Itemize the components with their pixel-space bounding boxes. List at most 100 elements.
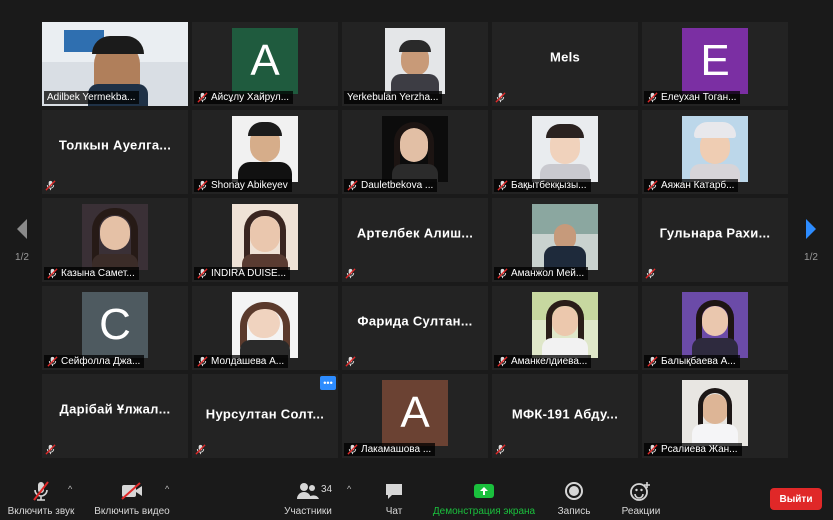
mic-muted-icon (195, 444, 206, 455)
participant-tile[interactable]: ••• Нурсултан Солт... (192, 374, 338, 458)
participant-tile[interactable]: A Лакамашова ... (342, 374, 488, 458)
participant-tile[interactable]: Гульнара Рахи... (642, 198, 788, 282)
participant-tile[interactable]: INDIRA DUISE... (192, 198, 338, 282)
participant-name-tag: Айсұлу Хайрул... (194, 91, 294, 104)
mic-muted-icon (197, 356, 208, 367)
participant-video (532, 292, 598, 358)
participant-tile[interactable]: Аманжол Мей... (492, 198, 638, 282)
mic-muted-icon (197, 268, 208, 279)
participant-video (682, 116, 748, 182)
participant-avatar: A (382, 380, 448, 446)
participant-name-tag: Молдашева А... (194, 355, 289, 368)
participant-tile[interactable]: Mels (492, 22, 638, 106)
record-label: Запись (557, 506, 591, 517)
participant-name-tag: Dauletbekova ... (344, 179, 438, 192)
participant-name: Лакамашова ... (361, 444, 432, 455)
participant-name: Mels (549, 49, 581, 65)
mic-muted-icon (647, 356, 658, 367)
record-button[interactable]: Запись (552, 470, 596, 520)
video-options-caret-icon[interactable]: ^ (165, 484, 169, 494)
participant-video (682, 292, 748, 358)
page-indicator: 1/2 (804, 251, 818, 263)
participant-video (232, 204, 298, 270)
previous-page-button[interactable]: 1/2 (0, 200, 44, 280)
participant-name: Толкын Ауелга... (58, 137, 172, 153)
participant-video (385, 28, 445, 94)
participant-tile[interactable]: E Елеухан Тоган... (642, 22, 788, 106)
participant-name: Yerkebulan Yerzha... (347, 92, 439, 103)
participant-name: Нурсултан Солт... (205, 406, 325, 422)
participant-tile[interactable]: Толкын Ауелга... (42, 110, 188, 194)
participant-tile[interactable]: МФК-191 Абду... (492, 374, 638, 458)
participant-video (232, 116, 298, 182)
participants-icon (296, 480, 320, 502)
participant-name: Гульнара Рахи... (659, 225, 771, 241)
share-screen-icon (472, 480, 496, 502)
reactions-label: Реакции (621, 506, 661, 517)
reactions-button[interactable]: Реакции (616, 470, 666, 520)
participant-tile[interactable]: Фарида Султан... (342, 286, 488, 370)
participant-name: Аманкелдиева... (511, 356, 588, 367)
participant-name-tag: INDIRA DUISE... (194, 267, 291, 280)
participants-button[interactable]: Участники (278, 470, 338, 520)
unmute-button[interactable]: Включить звук (6, 470, 76, 520)
participant-video (532, 204, 598, 270)
chat-button[interactable]: Чат (374, 470, 414, 520)
participant-tile[interactable]: Аманкелдиева... (492, 286, 638, 370)
participant-avatar: E (682, 28, 748, 94)
participants-label: Участники (284, 506, 332, 517)
mic-muted-icon (345, 268, 356, 279)
participant-tile[interactable]: Казына Самет... (42, 198, 188, 282)
audio-options-caret-icon[interactable]: ^ (68, 484, 72, 494)
share-screen-button[interactable]: Демонстрация экрана (428, 470, 540, 520)
video-off-icon (120, 480, 144, 502)
participant-tile[interactable]: Dauletbekova ... (342, 110, 488, 194)
participant-name: Бақытбекқызы... (511, 180, 587, 191)
participant-name: МФК-191 Абду... (511, 406, 619, 422)
participant-name: Adilbek Yermekba... (47, 92, 136, 103)
share-screen-label: Демонстрация экрана (432, 506, 536, 517)
participant-tile[interactable]: Shonay Abikeyev (192, 110, 338, 194)
participant-name: Сейфолла Джа... (61, 356, 141, 367)
mic-muted-icon (497, 268, 508, 279)
participant-name-tag: Казына Самет... (44, 267, 139, 280)
participant-tile[interactable]: Рсалиева Жан... (642, 374, 788, 458)
mic-muted-icon (29, 480, 53, 502)
mic-muted-icon (645, 268, 656, 279)
mic-muted-icon (47, 268, 58, 279)
participant-tile[interactable]: Аяжан Катарб... (642, 110, 788, 194)
participant-name: Артелбек Алиш... (356, 225, 474, 241)
participant-video (232, 292, 298, 358)
participant-name: Фарида Султан... (357, 313, 473, 329)
participant-tile[interactable]: Балықбаева А... (642, 286, 788, 370)
participant-name-tag: Елеухан Тоган... (644, 91, 741, 104)
participant-tile[interactable]: C Сейфолла Джа... (42, 286, 188, 370)
participant-tile[interactable]: Adilbek Yermekba... (42, 22, 188, 106)
mic-muted-icon (45, 444, 56, 455)
participant-tile[interactable]: Yerkebulan Yerzha... (342, 22, 488, 106)
start-video-button[interactable]: Включить видео (92, 470, 172, 520)
leave-meeting-button[interactable]: Выйти (770, 488, 822, 510)
participant-tile[interactable]: Молдашева А... (192, 286, 338, 370)
participant-avatar: C (82, 292, 148, 358)
participant-name: Shonay Abikeyev (211, 180, 288, 191)
participant-name: Айсұлу Хайрул... (211, 92, 290, 103)
page-indicator: 1/2 (15, 251, 29, 263)
participant-avatar: A (232, 28, 298, 94)
participant-tile[interactable]: A Айсұлу Хайрул... (192, 22, 338, 106)
mic-muted-icon (647, 92, 658, 103)
mic-muted-icon (347, 180, 358, 191)
participant-tile[interactable]: Артелбек Алиш... (342, 198, 488, 282)
participant-name: Молдашева А... (211, 356, 285, 367)
record-icon (562, 480, 586, 502)
mic-muted-icon (497, 356, 508, 367)
meeting-toolbar: Включить звук ^ Включить видео ^ Участни… (0, 470, 833, 520)
reactions-icon (629, 480, 653, 502)
participant-name-tag: Лакамашова ... (344, 443, 436, 456)
next-page-button[interactable]: 1/2 (789, 200, 833, 280)
start-video-label: Включить видео (94, 506, 170, 517)
more-options-button[interactable]: ••• (320, 376, 336, 390)
participants-options-caret-icon[interactable]: ^ (347, 484, 351, 494)
participant-tile[interactable]: Дарібай Ұлжал... (42, 374, 188, 458)
participant-tile[interactable]: Бақытбекқызы... (492, 110, 638, 194)
